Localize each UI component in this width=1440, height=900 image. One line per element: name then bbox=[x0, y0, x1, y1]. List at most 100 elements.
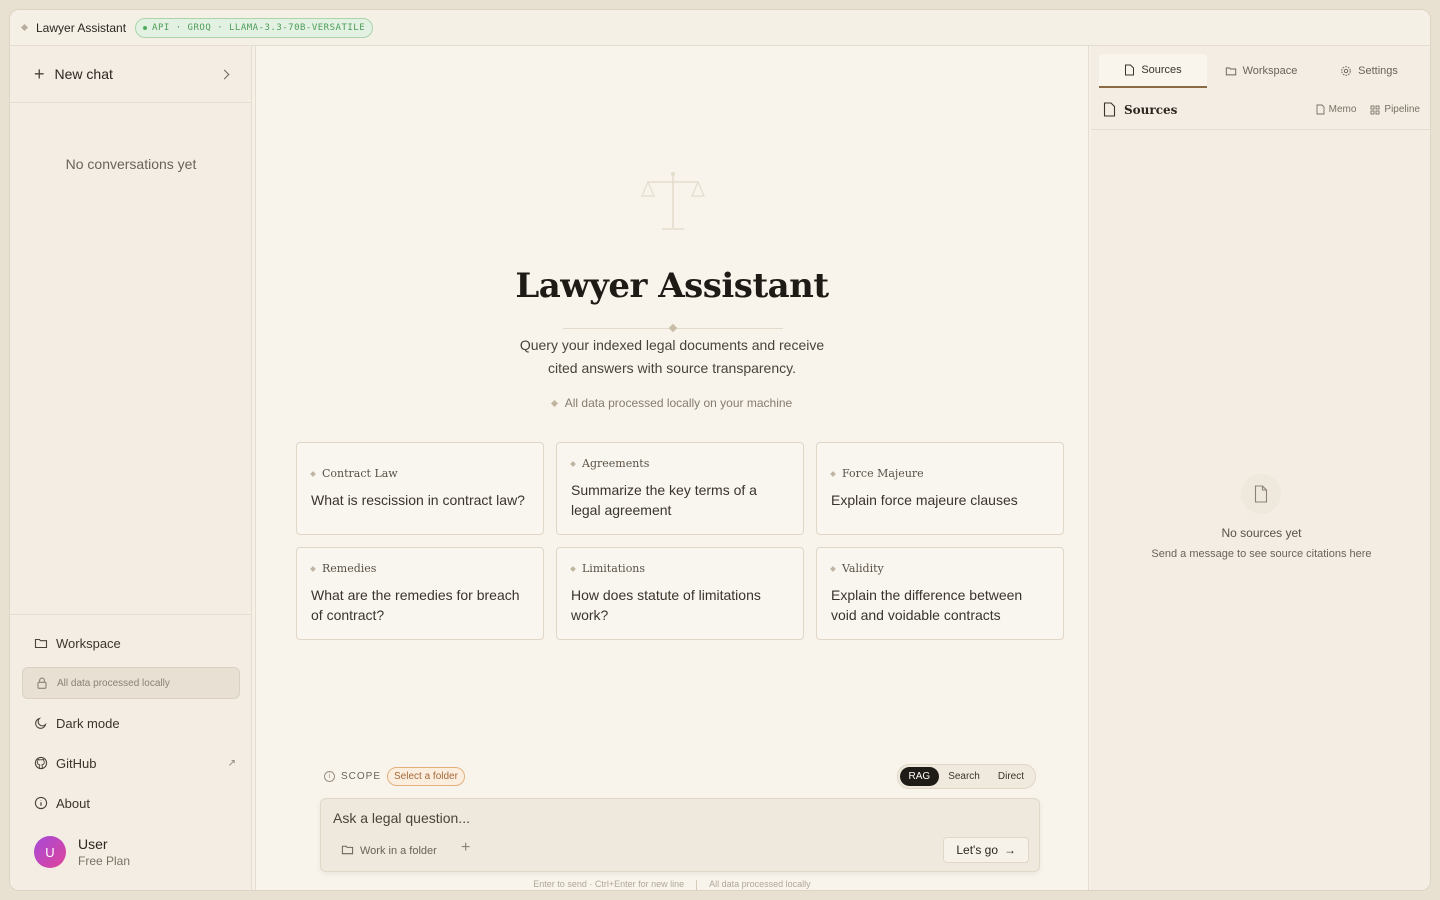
add-attachment-button[interactable]: + bbox=[461, 839, 470, 857]
title-divider bbox=[563, 323, 783, 333]
info-icon: i bbox=[324, 770, 335, 782]
diamond-icon bbox=[830, 565, 836, 572]
scope-row: i SCOPE Select a folder RAG Search Direc… bbox=[324, 762, 1036, 790]
sources-title: Sources bbox=[1124, 102, 1178, 117]
tab-sources[interactable]: Sources bbox=[1099, 54, 1207, 88]
empty-file-icon bbox=[1241, 474, 1281, 514]
empty-conversations: No conversations yet bbox=[65, 156, 197, 172]
page-subtitle: Query your indexed legal documents and r… bbox=[256, 334, 1088, 380]
mode-toggle: RAG Search Direct bbox=[896, 763, 1036, 789]
sidebar-item-workspace[interactable]: Workspace bbox=[10, 623, 252, 663]
sidebar-item-label: All data processed locally bbox=[57, 677, 170, 689]
send-button[interactable]: Let's go → bbox=[943, 837, 1029, 863]
status-dot-icon bbox=[143, 25, 148, 30]
sidebar-item-label: About bbox=[56, 795, 90, 811]
gear-icon bbox=[1341, 66, 1351, 76]
tab-workspace[interactable]: Workspace bbox=[1207, 54, 1315, 88]
sidebar-footer: Workspace All data processed locally Dar… bbox=[10, 614, 252, 823]
sidebar-item-label: Dark mode bbox=[56, 715, 120, 731]
card-question: Summarize the key terms of a legal agree… bbox=[571, 482, 757, 518]
tab-label: Workspace bbox=[1242, 65, 1298, 77]
work-folder-label: Work in a folder bbox=[360, 845, 437, 857]
subtitle-line-2: cited answers with source transparency. bbox=[548, 360, 796, 376]
suggestion-card[interactable]: Contract Law What is rescission in contr… bbox=[296, 442, 544, 535]
card-category-label: Agreements bbox=[582, 457, 650, 470]
tab-settings[interactable]: Settings bbox=[1315, 54, 1423, 88]
memo-button[interactable]: Memo bbox=[1316, 104, 1357, 115]
user-name: User bbox=[78, 836, 108, 852]
question-input[interactable] bbox=[333, 807, 1023, 829]
arrow-right-icon: → bbox=[1004, 843, 1016, 857]
work-in-folder-button[interactable]: Work in a folder bbox=[341, 843, 437, 859]
mode-search[interactable]: Search bbox=[939, 767, 989, 786]
diamond-icon bbox=[310, 565, 316, 572]
right-panel: Sources Workspace Settings Sources Memo … bbox=[1091, 46, 1430, 890]
suggestion-card[interactable]: Limitations How does statute of limitati… bbox=[556, 547, 804, 640]
diamond-icon bbox=[570, 565, 576, 572]
new-chat-button[interactable]: + New chat bbox=[10, 46, 252, 103]
card-question: What are the remedies for breach of cont… bbox=[311, 587, 520, 623]
composer-hints: Enter to send · Ctrl+Enter for new line A… bbox=[256, 879, 1088, 890]
memo-label: Memo bbox=[1328, 104, 1357, 115]
new-chat-label: New chat bbox=[54, 66, 113, 82]
diamond-icon bbox=[20, 23, 29, 32]
memo-icon bbox=[1316, 104, 1325, 115]
pipeline-button[interactable]: Pipeline bbox=[1370, 104, 1420, 115]
diamond-icon bbox=[830, 470, 836, 477]
diamond-icon bbox=[668, 323, 678, 333]
card-category: Contract Law bbox=[310, 467, 529, 480]
subtitle-line-1: Query your indexed legal documents and r… bbox=[519, 337, 825, 353]
card-category-label: Force Majeure bbox=[842, 467, 924, 480]
local-processing-badge: All data processed locally bbox=[22, 667, 240, 699]
sidebar: + New chat No conversations yet Workspac… bbox=[10, 46, 252, 890]
card-category-label: Contract Law bbox=[322, 467, 398, 480]
grid-icon bbox=[1370, 105, 1380, 114]
mode-direct[interactable]: Direct bbox=[989, 767, 1033, 786]
moon-icon bbox=[34, 716, 48, 730]
empty-sources-subtitle: Send a message to see source citations h… bbox=[1151, 548, 1372, 560]
tab-label: Settings bbox=[1358, 65, 1398, 77]
info-icon bbox=[34, 796, 48, 810]
api-status-badge: API · GROQ · LLAMA-3.3-70B-VERSATILE bbox=[135, 17, 374, 38]
card-category-label: Remedies bbox=[322, 562, 377, 575]
card-category-label: Validity bbox=[842, 562, 884, 575]
suggestion-card[interactable]: Force Majeure Explain force majeure clau… bbox=[816, 442, 1064, 535]
scope-label: SCOPE bbox=[341, 770, 382, 782]
app-title: Lawyer Assistant bbox=[36, 20, 127, 35]
select-folder-button[interactable]: Select a folder bbox=[387, 766, 465, 786]
hint-divider bbox=[696, 879, 698, 890]
card-question: Explain force majeure clauses bbox=[831, 492, 1018, 508]
card-category: Limitations bbox=[570, 562, 789, 575]
pipeline-label: Pipeline bbox=[1384, 104, 1420, 115]
sidebar-item-about[interactable]: About bbox=[10, 783, 252, 823]
suggestion-card[interactable]: Validity Explain the difference between … bbox=[816, 547, 1064, 640]
local-hint: All data processed locally bbox=[709, 879, 811, 889]
lock-icon bbox=[35, 676, 49, 690]
card-question: Explain the difference between void and … bbox=[831, 587, 1023, 623]
sidebar-item-dark-mode[interactable]: Dark mode bbox=[10, 703, 252, 743]
card-category: Agreements bbox=[570, 457, 789, 470]
scales-of-justice-icon bbox=[641, 172, 705, 230]
external-link-icon: ↗ bbox=[227, 757, 236, 769]
diamond-icon bbox=[550, 400, 558, 408]
user-profile[interactable]: U User Free Plan bbox=[34, 836, 130, 868]
keyboard-hint: Enter to send · Ctrl+Enter for new line bbox=[533, 879, 685, 889]
privacy-note-text: All data processed locally on your machi… bbox=[564, 396, 793, 410]
main-panel: Lawyer Assistant Query your indexed lega… bbox=[255, 46, 1089, 890]
mode-rag[interactable]: RAG bbox=[899, 766, 940, 786]
send-label: Let's go bbox=[956, 843, 998, 857]
card-question: What is rescission in contract law? bbox=[311, 492, 525, 508]
card-category: Force Majeure bbox=[830, 467, 1049, 480]
sidebar-item-github[interactable]: GitHub ↗ bbox=[10, 743, 252, 783]
suggestion-card[interactable]: Remedies What are the remedies for breac… bbox=[296, 547, 544, 640]
card-category: Validity bbox=[830, 562, 1049, 575]
card-category-label: Limitations bbox=[582, 562, 646, 575]
suggestion-card[interactable]: Agreements Summarize the key terms of a … bbox=[556, 442, 804, 535]
avatar: U bbox=[34, 836, 66, 868]
page-title: Lawyer Assistant bbox=[515, 266, 829, 306]
chat-composer: Work in a folder + Let's go → bbox=[320, 798, 1040, 872]
github-icon bbox=[34, 756, 48, 770]
file-icon bbox=[1103, 102, 1116, 117]
chevron-right-icon[interactable] bbox=[219, 69, 230, 79]
diamond-icon bbox=[310, 470, 316, 477]
